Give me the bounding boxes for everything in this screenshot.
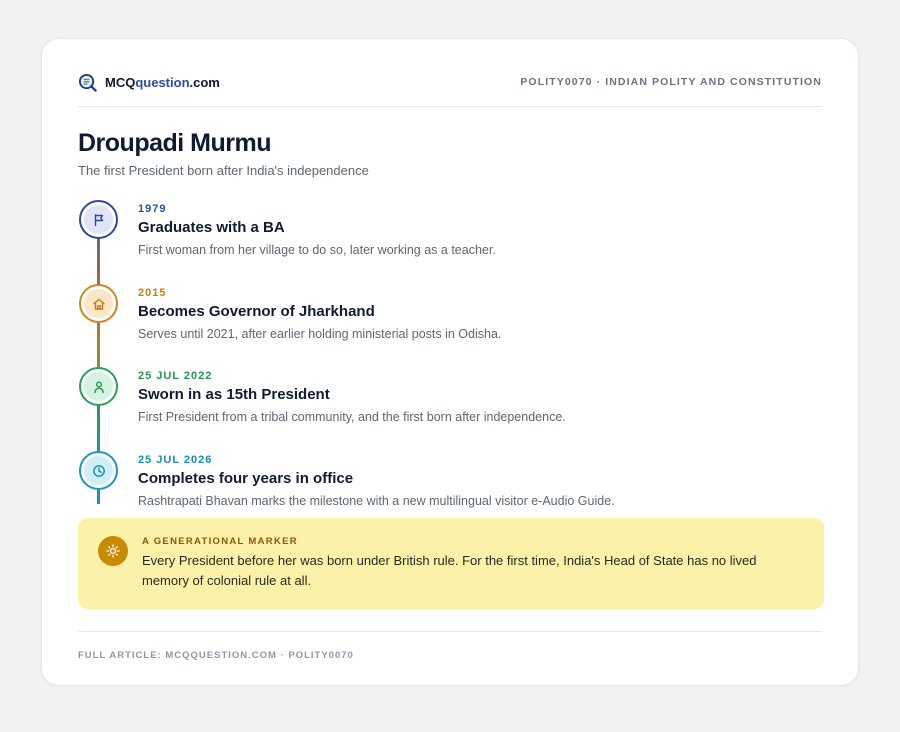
event-title: Becomes Governor of Jharkhand (138, 303, 375, 320)
house-icon (92, 298, 105, 310)
callout-box: A GENERATIONAL MARKER Every President be… (78, 518, 824, 609)
timeline-connector (97, 322, 100, 370)
person-icon (93, 381, 104, 393)
page-subtitle: The first President born after India's i… (78, 163, 369, 178)
footer-divider (78, 631, 822, 632)
brand[interactable]: MCQquestion.com (78, 73, 220, 92)
timeline-node (79, 284, 118, 323)
event-date: 25 JUL 2022 (138, 370, 213, 382)
footer-source[interactable]: FULL ARTICLE: MCQQUESTION.COM · POLITY00… (78, 650, 354, 661)
timeline: 1979 Graduates with a BA First woman fro… (78, 200, 818, 510)
event-date: 1979 (138, 203, 167, 215)
callout-label: A GENERATIONAL MARKER (142, 536, 298, 547)
timeline-node (79, 200, 118, 239)
event-title: Graduates with a BA (138, 219, 285, 236)
page-title: Droupadi Murmu (78, 129, 272, 157)
callout-badge (98, 536, 128, 566)
mcq-logo-icon (78, 73, 97, 92)
event-date: 25 JUL 2026 (138, 454, 213, 466)
header-divider (78, 106, 822, 107)
flag-icon (94, 213, 103, 226)
event-description: Rashtrapati Bhavan marks the milestone w… (138, 494, 615, 508)
event-description: First President from a tribal community,… (138, 410, 566, 424)
card-header: MCQquestion.com POLITY0070 · INDIAN POLI… (78, 70, 822, 94)
timeline-connector (97, 488, 100, 504)
timeline-connector (97, 238, 100, 286)
sun-icon (106, 544, 120, 558)
event-date: 2015 (138, 287, 167, 299)
event-title: Sworn in as 15th President (138, 386, 330, 403)
timeline-node (79, 367, 118, 406)
event-description: First woman from her village to do so, l… (138, 243, 496, 257)
timeline-node (79, 451, 118, 490)
article-card: MCQquestion.com POLITY0070 · INDIAN POLI… (41, 38, 859, 686)
clock-icon (92, 464, 105, 477)
topic-tag: POLITY0070 · INDIAN POLITY AND CONSTITUT… (520, 76, 822, 88)
event-description: Serves until 2021, after earlier holding… (138, 327, 502, 341)
callout-text: Every President before her was born unde… (142, 553, 757, 588)
timeline-connector (97, 405, 100, 453)
brand-name: MCQquestion.com (105, 74, 220, 90)
event-title: Completes four years in office (138, 470, 354, 487)
